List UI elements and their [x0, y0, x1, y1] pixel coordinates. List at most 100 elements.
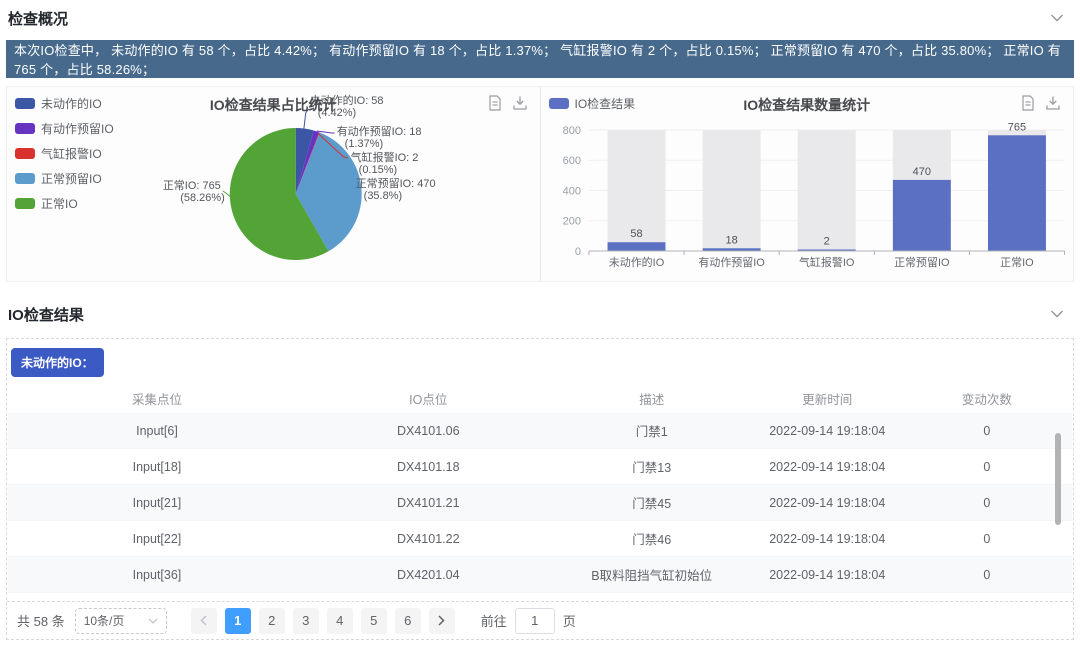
page-button-5[interactable]: 5	[361, 608, 387, 634]
table-cell: 0	[902, 424, 1072, 438]
table-cell: 0	[902, 568, 1072, 582]
legend-swatch	[15, 98, 35, 109]
header-cell: 描述	[551, 389, 753, 408]
table-row[interactable]: Input[21]DX4101.21门禁452022-09-14 19:18:0…	[8, 485, 1072, 521]
bar-value-label: 470	[912, 166, 930, 178]
summary-text: 本次IO检查中， 未动作的IO 有 58 个，占比 4.42%； 有动作预留IO…	[14, 40, 1074, 78]
table-row[interactable]: Input[22]DX4101.22门禁462022-09-14 19:18:0…	[8, 521, 1072, 557]
download-icon[interactable]	[1045, 95, 1061, 111]
bar-legend-item[interactable]: IO检查结果	[549, 95, 636, 112]
legend-swatch	[15, 173, 35, 184]
table-row[interactable]: Input[36]DX4201.04B取料阻挡气缸初始位2022-09-14 1…	[8, 557, 1072, 593]
x-category-label: 未动作的IO	[608, 255, 664, 269]
overview-collapse-chevron-icon[interactable]	[1050, 14, 1064, 22]
data-view-icon[interactable]	[488, 95, 502, 111]
pie-label: 气缸报警IO: 2(0.15%)	[351, 150, 419, 176]
next-page-button[interactable]	[429, 608, 455, 634]
page-size-select[interactable]: 10条/页	[75, 608, 167, 634]
header-cell: 变动次数	[902, 389, 1072, 408]
header-cell: 采集点位	[8, 389, 306, 408]
table-cell: Input[21]	[8, 496, 306, 510]
x-category-label: 气缸报警IO	[798, 255, 854, 269]
table-row[interactable]: Input[18]DX4101.18门禁132022-09-14 19:18:0…	[8, 449, 1072, 485]
table-cell: 0	[902, 532, 1072, 546]
table-cell: DX4101.18	[306, 460, 551, 474]
table-cell: DX4101.21	[306, 496, 551, 510]
results-header: IO检查结果	[8, 296, 1064, 332]
legend-swatch	[15, 123, 35, 134]
legend-label: 未动作的IO	[41, 95, 102, 112]
page-button-4[interactable]: 4	[327, 608, 353, 634]
download-icon[interactable]	[512, 95, 528, 111]
legend-item[interactable]: 正常预留IO	[15, 170, 114, 187]
results-container: 未动作的IO： 采集点位IO点位描述更新时间变动次数 Input[6]DX410…	[6, 338, 1074, 640]
summary-banner: 本次IO检查中， 未动作的IO 有 58 个，占比 4.42%； 有动作预留IO…	[6, 40, 1074, 78]
table-cell: 门禁1	[551, 421, 753, 440]
results-title: IO检查结果	[8, 304, 84, 325]
table-cell: Input[36]	[8, 568, 306, 582]
table-cell: 2022-09-14 19:18:04	[753, 568, 902, 582]
filter-badge[interactable]: 未动作的IO：	[11, 348, 104, 377]
y-tick-label: 0	[574, 246, 580, 258]
y-tick-label: 600	[562, 155, 580, 167]
x-category-label: 有动作预留IO	[698, 255, 765, 269]
bar-legend-swatch	[549, 98, 569, 109]
legend-swatch	[15, 148, 35, 159]
bar-chart-panel: IO检查结果 IO检查结果数量统计 020040060080058未动作的IO1…	[541, 87, 1074, 281]
header-cell: IO点位	[306, 389, 551, 408]
legend-label: 有动作预留IO	[41, 120, 114, 137]
page-size-value: 10条/页	[84, 612, 125, 629]
page-button-1[interactable]: 1	[225, 608, 251, 634]
prev-page-button[interactable]	[191, 608, 217, 634]
legend-item[interactable]: 正常IO	[15, 195, 114, 212]
pie-label: 有动作预留IO: 18(1.37%)	[337, 124, 422, 150]
bar-background-band	[797, 130, 855, 251]
legend-item[interactable]: 有动作预留IO	[15, 120, 114, 137]
pie-label: 正常预留IO: 470(35.8%)	[356, 177, 436, 202]
bar[interactable]	[607, 242, 665, 251]
page-suffix: 页	[563, 611, 576, 630]
page-button-3[interactable]: 3	[293, 608, 319, 634]
table-cell: DX4101.06	[306, 424, 551, 438]
table-cell: 2022-09-14 19:18:04	[753, 532, 902, 546]
io-table: 采集点位IO点位描述更新时间变动次数 Input[6]DX4101.06门禁12…	[8, 383, 1072, 593]
table-cell: DX4201.04	[306, 568, 551, 582]
table-cell: DX4101.22	[306, 532, 551, 546]
pagination: 共 58 条 10条/页 123456 前往 页	[7, 601, 1073, 639]
bar[interactable]	[987, 135, 1045, 251]
bar-legend-label: IO检查结果	[575, 95, 636, 112]
bar-value-label: 58	[630, 228, 642, 240]
legend-label: 正常预留IO	[41, 170, 102, 187]
x-category-label: 正常IO	[1000, 256, 1034, 269]
table-cell: 门禁45	[551, 493, 753, 512]
table-header-row: 采集点位IO点位描述更新时间变动次数	[8, 383, 1072, 413]
scrollbar-thumb[interactable]	[1055, 433, 1061, 525]
prev-icon	[200, 615, 207, 626]
legend-item[interactable]: 未动作的IO	[15, 95, 114, 112]
results-collapse-chevron-icon[interactable]	[1050, 310, 1064, 318]
table-row[interactable]: Input[6]DX4101.06门禁12022-09-14 19:18:040	[8, 413, 1072, 449]
select-chevron-icon	[148, 618, 158, 624]
y-tick-label: 200	[562, 216, 580, 228]
x-category-label: 正常预留IO	[894, 256, 950, 269]
bar-value-label: 765	[1007, 121, 1025, 133]
page-button-6[interactable]: 6	[395, 608, 421, 634]
next-icon	[438, 615, 445, 626]
y-tick-label: 400	[562, 185, 580, 197]
data-view-icon[interactable]	[1021, 95, 1035, 111]
legend-item[interactable]: 气缸报警IO	[15, 145, 114, 162]
page-button-2[interactable]: 2	[259, 608, 285, 634]
table-cell: 0	[902, 460, 1072, 474]
goto-page-input[interactable]	[515, 608, 555, 634]
y-tick-label: 800	[562, 125, 580, 137]
bar-toolbox	[1021, 95, 1061, 111]
overview-title: 检查概况	[8, 8, 68, 29]
page: 检查概况 本次IO检查中， 未动作的IO 有 58 个，占比 4.42%； 有动…	[0, 0, 1080, 646]
page-buttons: 123456	[225, 608, 429, 634]
legend-label: 正常IO	[41, 195, 78, 212]
table-cell: 2022-09-14 19:18:04	[753, 424, 902, 438]
goto-label: 前往	[481, 611, 507, 630]
pie-label: 正常IO: 765(58.26%)	[163, 179, 225, 204]
table-cell: Input[6]	[8, 424, 306, 438]
bar[interactable]	[892, 180, 950, 251]
